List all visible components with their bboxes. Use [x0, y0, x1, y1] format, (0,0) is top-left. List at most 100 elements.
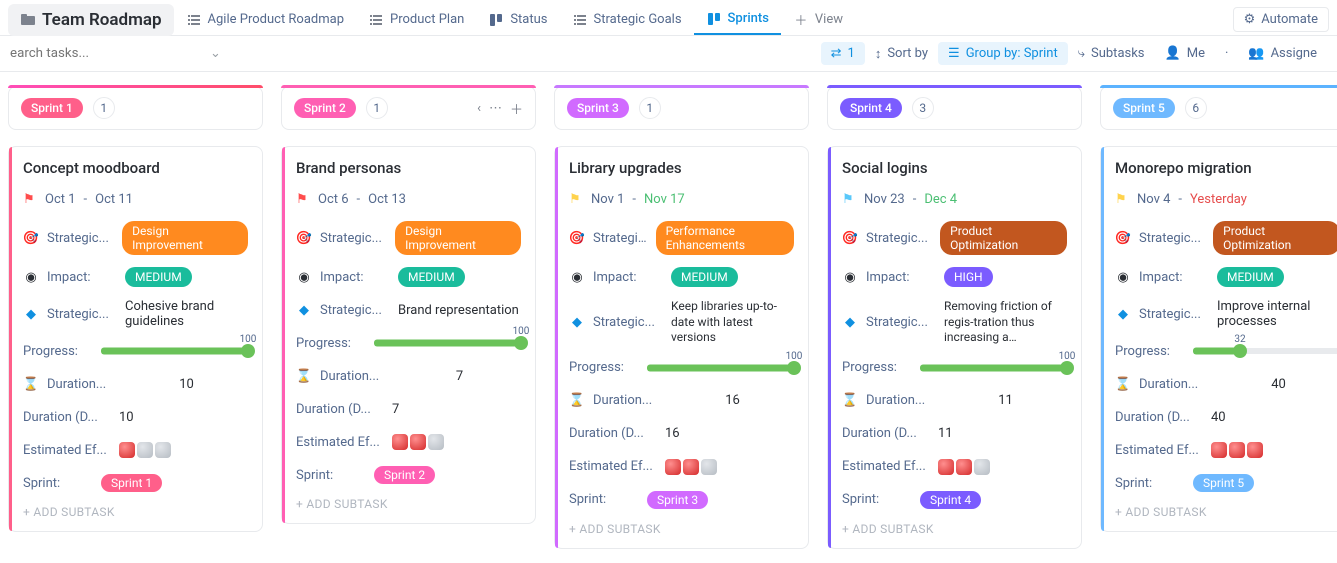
duration-est-value: 16: [671, 393, 794, 408]
task-card[interactable]: Concept moodboard Oct 1 - Oct 11 🎯 Strat…: [8, 146, 263, 532]
sprint-row: Sprint: Sprint 3: [569, 489, 794, 511]
effort-dot: [155, 442, 171, 458]
sprint-row: Sprint: Sprint 1: [23, 472, 248, 494]
strategic-desc-label: Strategic...: [320, 303, 390, 318]
me-filter-button[interactable]: 👤 Me: [1155, 42, 1215, 65]
separator: ·: [1215, 42, 1238, 65]
strategic-goal-label: Strategic...: [47, 231, 114, 246]
tab-label: Product Plan: [390, 12, 464, 27]
group-label: Group by: Sprint: [966, 46, 1058, 61]
plus-icon[interactable]: ＋: [510, 99, 523, 118]
tab-label: Status: [510, 12, 547, 27]
diamond-icon: ◆: [23, 308, 39, 321]
card-title: Monorepo migration: [1115, 159, 1337, 177]
group-button[interactable]: ☰ Group by: Sprint: [938, 42, 1068, 65]
strategic-desc-value: Brand representation: [398, 303, 521, 318]
view-title[interactable]: Team Roadmap: [8, 4, 174, 36]
add-subtask-button[interactable]: + ADD SUBTASK: [296, 497, 521, 511]
list-icon: [572, 12, 588, 28]
tab-status[interactable]: Status: [476, 6, 559, 34]
automate-icon: ⚙: [1244, 12, 1256, 27]
tab-agile-product-roadmap[interactable]: Agile Product Roadmap: [174, 6, 357, 34]
duration-est-value: 11: [944, 393, 1067, 408]
impact-label: Impact:: [593, 270, 663, 285]
duration-est-row: ⌛ Duration... 7: [296, 365, 521, 387]
strategic-desc-value: Removing friction of regis-tration thus …: [944, 299, 1067, 346]
task-card[interactable]: Social logins Nov 23 - Dec 4 🎯 Strategic…: [827, 146, 1082, 549]
date-start: Oct 6: [318, 192, 349, 207]
strategic-desc-row: ◆ Strategic... Brand representation: [296, 299, 521, 321]
sort-label: Sort by: [887, 46, 928, 61]
subtasks-label: Subtasks: [1091, 46, 1145, 61]
target-icon: 🎯: [23, 232, 39, 245]
progress-bar[interactable]: 32: [1193, 344, 1337, 358]
duration-est-label: Duration...: [47, 377, 117, 392]
effort-dot: [1229, 442, 1245, 458]
task-card[interactable]: Monorepo migration Nov 4 - Yesterday 🎯 S…: [1100, 146, 1337, 532]
sprint-row: Sprint: Sprint 5: [1115, 472, 1337, 494]
column-header[interactable]: Sprint 5 6: [1100, 86, 1337, 130]
impact-icon: ◉: [842, 271, 858, 284]
subtasks-button[interactable]: ⤷ Subtasks: [1068, 42, 1155, 65]
progress-bar[interactable]: 100: [374, 336, 521, 350]
add-subtask-button[interactable]: + ADD SUBTASK: [569, 522, 794, 536]
automate-button[interactable]: ⚙ Automate: [1233, 7, 1329, 32]
task-card[interactable]: Brand personas Oct 6 - Oct 13 🎯 Strategi…: [281, 146, 536, 524]
folder-icon: [20, 12, 36, 28]
date-row: Nov 1 - Nov 17: [569, 188, 794, 210]
more-icon[interactable]: ⋯: [489, 101, 502, 116]
sprint-label: Sprint:: [23, 476, 93, 491]
duration-actual-row: Duration (D... 11: [842, 423, 1067, 445]
chevron-left-icon[interactable]: ‹: [477, 101, 481, 116]
sprint-pill: Sprint 3: [647, 491, 708, 509]
card-title: Library upgrades: [569, 159, 794, 177]
strategic-goal-row: 🎯 Strategic... Design Improvement: [296, 221, 521, 255]
tab-product-plan[interactable]: Product Plan: [356, 6, 476, 34]
add-view-button[interactable]: ＋ View: [781, 6, 855, 34]
assignee-filter-button[interactable]: 👥 Assigne: [1238, 42, 1327, 65]
filter-button[interactable]: ⇄ 1: [821, 42, 865, 65]
tab-sprints[interactable]: Sprints: [694, 5, 781, 35]
progress-bar[interactable]: 100: [101, 344, 248, 358]
target-icon: 🎯: [296, 232, 312, 245]
add-subtask-button[interactable]: + ADD SUBTASK: [23, 505, 248, 519]
column-header[interactable]: Sprint 3 1: [554, 86, 809, 130]
add-subtask-button[interactable]: + ADD SUBTASK: [1115, 505, 1337, 519]
effort-dot: [1247, 442, 1263, 458]
flag-icon: [569, 192, 583, 206]
sprint-chip: Sprint 3: [567, 98, 629, 118]
target-icon: 🎯: [842, 232, 858, 245]
flag-icon: [296, 192, 310, 206]
column-header[interactable]: Sprint 4 3: [827, 86, 1082, 130]
effort-row: Estimated Ef...: [569, 456, 794, 478]
strategic-desc-row: ◆ Strategic... Keep libraries up-to-date…: [569, 299, 794, 346]
impact-icon: ◉: [296, 271, 312, 284]
strategic-desc-value: Improve internal processes: [1217, 299, 1337, 329]
date-end: Yesterday: [1190, 192, 1247, 207]
date-sep: -: [913, 192, 917, 207]
tab-strategic-goals[interactable]: Strategic Goals: [560, 6, 694, 34]
progress-bar[interactable]: 100: [647, 361, 794, 375]
strategic-goal-tag: Product Optimization: [940, 221, 1067, 255]
duration-est-label: Duration...: [1139, 377, 1209, 392]
duration-actual-label: Duration (D...: [842, 426, 930, 441]
sort-button[interactable]: ↕ Sort by: [865, 42, 938, 66]
effort-label: Estimated Ef...: [296, 435, 384, 450]
date-row: Oct 6 - Oct 13: [296, 188, 521, 210]
progress-bar[interactable]: 100: [920, 361, 1067, 375]
impact-tag: HIGH: [944, 267, 993, 287]
search-input[interactable]: [10, 46, 210, 61]
progress-value: 100: [786, 351, 803, 362]
chevron-down-icon[interactable]: ⌄: [210, 46, 221, 61]
date-sep: -: [84, 192, 88, 207]
strategic-goal-row: 🎯 Strategic... Design Improvement: [23, 221, 248, 255]
task-card[interactable]: Library upgrades Nov 1 - Nov 17 🎯 Strate…: [554, 146, 809, 549]
progress-label: Progress:: [569, 360, 639, 375]
column-header[interactable]: Sprint 2 1 ‹ ⋯ ＋: [281, 86, 536, 130]
add-subtask-button[interactable]: + ADD SUBTASK: [842, 522, 1067, 536]
board-icon: [488, 12, 504, 28]
duration-actual-row: Duration (D... 10: [23, 406, 248, 428]
impact-row: ◉ Impact: MEDIUM: [569, 266, 794, 288]
strategic-goal-label: Strategic...: [1139, 231, 1205, 246]
column-header[interactable]: Sprint 1 1: [8, 86, 263, 130]
